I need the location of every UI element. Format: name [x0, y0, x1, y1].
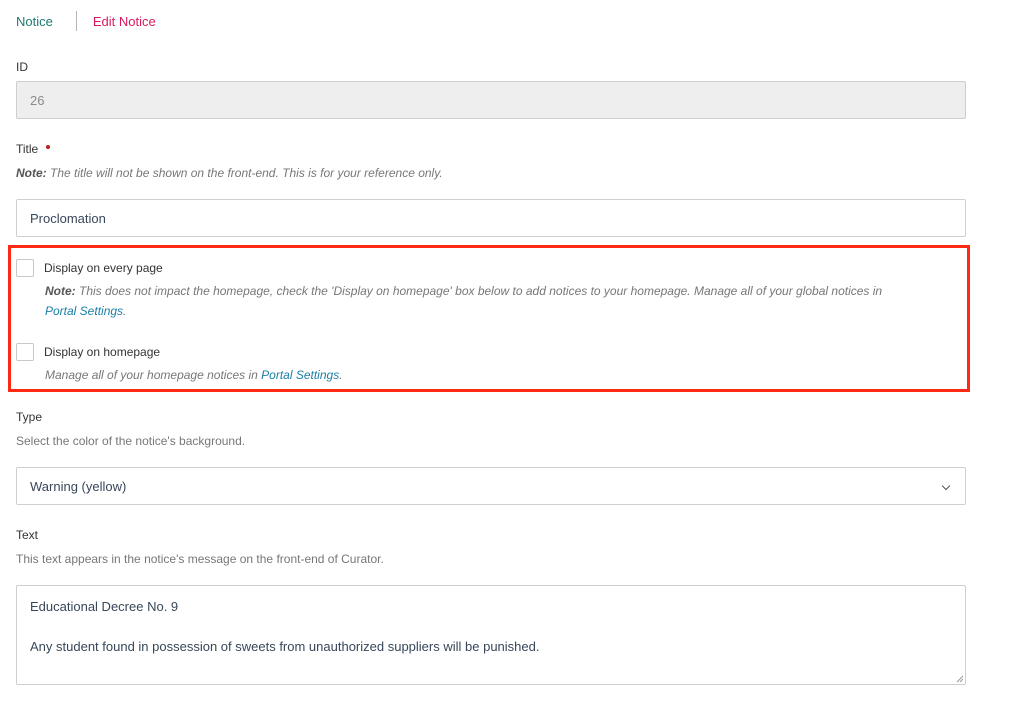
title-note-text: The title will not be shown on the front…	[50, 166, 443, 180]
title-note-prefix: Note:	[16, 166, 47, 180]
display-every-page-checkbox[interactable]	[16, 259, 34, 277]
display-every-page-note-suffix: .	[123, 304, 127, 318]
display-homepage-label[interactable]: Display on homepage	[44, 345, 160, 359]
display-every-page-label[interactable]: Display on every page	[44, 261, 163, 275]
display-every-page-note: Note: This does not impact the homepage,…	[45, 281, 960, 321]
id-field: 26	[16, 81, 966, 119]
breadcrumb-notice-link[interactable]: Notice	[16, 14, 53, 29]
breadcrumb-current: Edit Notice	[92, 13, 156, 29]
text-label: Text	[16, 528, 39, 542]
breadcrumb: Notice Edit Notice	[16, 11, 156, 31]
homepage-portal-settings-link[interactable]: Portal Settings	[261, 368, 339, 382]
resize-grip-icon[interactable]	[956, 675, 964, 683]
portal-settings-link[interactable]: Portal Settings	[45, 304, 123, 318]
text-line-1: Educational Decree No. 9	[30, 599, 179, 614]
title-input[interactable]: Proclomation	[16, 199, 966, 237]
id-label: ID	[16, 60, 28, 74]
display-homepage-note-text: Manage all of your homepage notices in	[45, 368, 258, 382]
required-indicator	[46, 145, 51, 149]
text-hint: This text appears in the notice's messag…	[16, 552, 384, 566]
display-homepage-note-suffix: .	[339, 368, 343, 382]
id-value: 26	[30, 92, 45, 108]
title-label-row: Title	[16, 142, 51, 156]
title-note: Note: The title will not be shown on the…	[16, 166, 443, 180]
breadcrumb-divider	[75, 11, 77, 31]
text-line-2: Any student found in possession of sweet…	[30, 639, 540, 654]
chevron-down-icon	[941, 481, 951, 491]
display-every-page-note-text: This does not impact the homepage, check…	[79, 284, 883, 298]
type-select[interactable]: Warning (yellow)	[16, 467, 966, 505]
display-homepage-note: Manage all of your homepage notices in P…	[45, 365, 960, 385]
title-input-value: Proclomation	[30, 210, 106, 226]
type-select-value: Warning (yellow)	[30, 478, 127, 494]
display-every-page-note-prefix: Note:	[45, 284, 76, 298]
title-label: Title	[16, 142, 39, 156]
type-label: Type	[16, 410, 43, 424]
text-textarea[interactable]: Educational Decree No. 9 Any student fou…	[16, 585, 966, 685]
display-homepage-checkbox[interactable]	[16, 343, 34, 361]
type-hint: Select the color of the notice's backgro…	[16, 434, 246, 448]
text-blank-line	[30, 617, 952, 637]
